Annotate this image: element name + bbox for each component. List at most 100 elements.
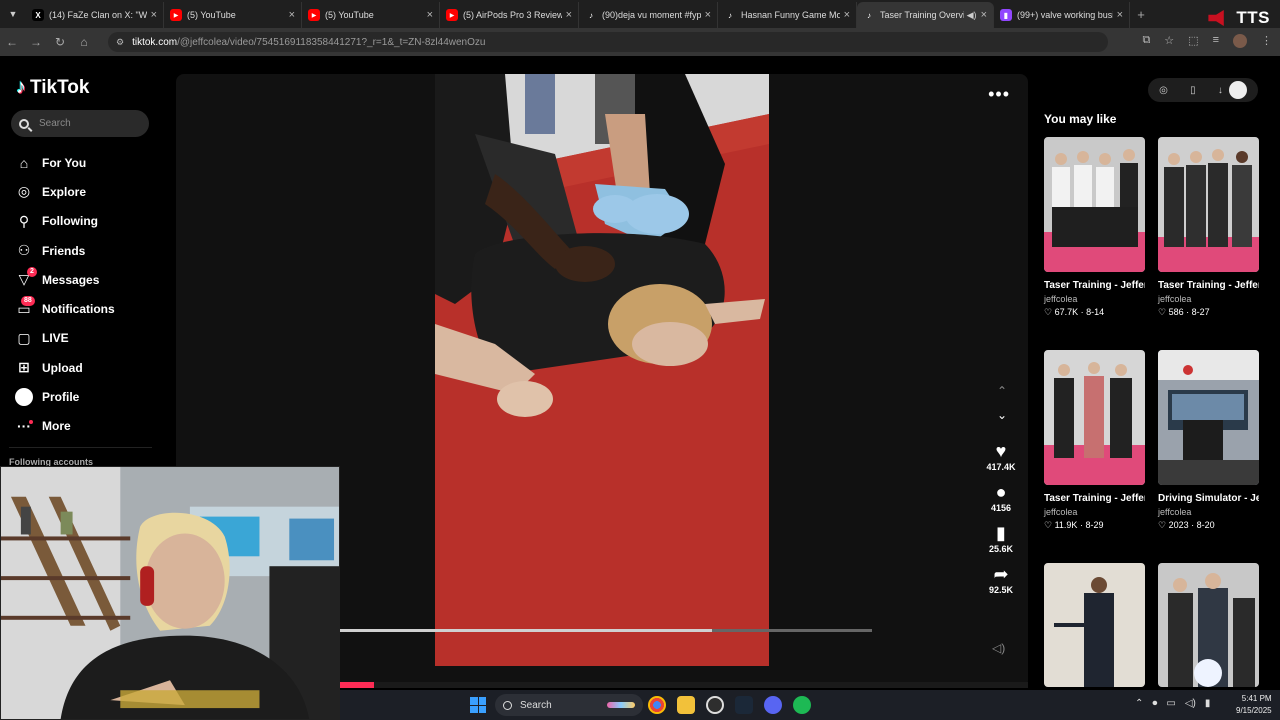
download-icon[interactable]: ↓ <box>1218 85 1223 96</box>
tab-valve[interactable]: ▮ (99+) valve working busi × <box>994 2 1130 28</box>
windows-start-icon[interactable] <box>470 697 486 713</box>
reload-icon[interactable]: ↻ <box>48 35 72 49</box>
sidebar-item-messages[interactable]: ▽ 2 Messages <box>15 265 115 294</box>
share-button[interactable]: ➦ 92.5K <box>981 563 1021 595</box>
close-tab-icon[interactable]: × <box>705 9 711 21</box>
extensions-icon[interactable]: ⬚ <box>1188 34 1198 48</box>
network-icon[interactable]: ▭ <box>1166 698 1175 709</box>
card-title[interactable]: Taser Training - Jefferson College... <box>1044 491 1145 506</box>
new-tab-button[interactable]: + <box>1130 7 1152 22</box>
media-controls-icon[interactable]: ≡ <box>1213 34 1219 48</box>
home-icon[interactable]: ⌂ <box>72 35 96 49</box>
card-author[interactable]: jeffcolea <box>1158 507 1259 517</box>
url-bar[interactable]: ⚙ tiktok.com/@jeffcolea/video/7545169118… <box>108 32 1108 52</box>
upload-icon: ⊞ <box>18 359 30 376</box>
steam-icon[interactable] <box>735 696 753 714</box>
tab-hasnan[interactable]: ♪ Hasnan Funny Game Mo × <box>718 2 857 28</box>
tab-deja-vu[interactable]: ♪ (90)deja vu moment #fyp × <box>579 2 718 28</box>
tab-youtube-2[interactable]: ▶ (5) YouTube × <box>302 2 440 28</box>
tab-airpods-review[interactable]: ▶ (5) AirPods Pro 3 Review: × <box>440 2 579 28</box>
card-likes: 67.7K <box>1054 307 1079 317</box>
taskbar-search[interactable]: Search <box>495 694 643 716</box>
sidebar-item-explore[interactable]: ◎ Explore <box>15 177 115 206</box>
close-tab-icon[interactable]: × <box>1117 9 1123 21</box>
save-button[interactable]: ▮ 25.6K <box>981 522 1021 554</box>
video-frame[interactable] <box>435 74 769 666</box>
device-icon[interactable]: ▯ <box>1190 85 1196 96</box>
taskbar-clock[interactable]: 5:41 PM 9/15/2025 <box>1236 693 1272 717</box>
video-navigation: ⌃ ⌄ <box>994 384 1010 422</box>
more-options-icon[interactable]: ••• <box>988 84 1010 105</box>
video-thumbnail[interactable] <box>1044 350 1145 485</box>
microphone-icon[interactable]: ⏺ <box>1152 698 1157 709</box>
sidebar-item-for-you[interactable]: ⌂ For You <box>15 148 115 177</box>
tiktok-logo[interactable]: ♪ TikTok <box>16 76 89 99</box>
tray-chevron-icon[interactable]: ⌃ <box>1135 698 1143 709</box>
sidebar-item-following[interactable]: ⚲ Following <box>15 207 115 236</box>
card-title[interactable]: Taser Training - Jefferson College... <box>1158 278 1259 293</box>
volume-tray-icon[interactable]: ◁) <box>1185 698 1196 709</box>
speaker-icon[interactable]: ◀) <box>967 10 977 21</box>
back-icon[interactable]: ← <box>0 35 24 49</box>
tab-search-icon[interactable]: ▼ <box>0 0 26 28</box>
sidebar-item-more[interactable]: ··· More <box>15 412 115 441</box>
close-tab-icon[interactable]: × <box>981 9 987 21</box>
close-tab-icon[interactable]: × <box>289 9 295 21</box>
tab-youtube-1[interactable]: ▶ (5) YouTube × <box>164 2 302 28</box>
card-likes: 2023 <box>1168 520 1189 530</box>
sidebar-item-notifications[interactable]: ▭ 88 Notifications <box>15 294 115 323</box>
comment-button[interactable]: ● 4156 <box>981 481 1021 513</box>
profile-avatar[interactable] <box>1233 34 1247 48</box>
recommended-video-card[interactable] <box>1044 563 1145 687</box>
sidebar-item-live[interactable]: ▢ LIVE <box>15 324 115 353</box>
card-date: 8-27 <box>1191 307 1210 317</box>
card-author[interactable]: jeffcolea <box>1044 294 1145 304</box>
close-tab-icon[interactable]: × <box>427 9 433 21</box>
discord-icon[interactable] <box>764 696 782 714</box>
install-app-icon[interactable]: ⧉ <box>1142 34 1150 48</box>
recommended-video-card[interactable] <box>1158 563 1259 687</box>
recommended-video-card[interactable]: Driving Simulator - Jefferson College...… <box>1158 350 1259 531</box>
tab-title: (99+) valve working busi <box>1017 10 1113 20</box>
forward-icon[interactable]: → <box>24 35 48 49</box>
card-author[interactable]: jeffcolea <box>1158 294 1259 304</box>
like-button[interactable]: ♥ 417.4K <box>981 440 1021 472</box>
windows-taskbar: Search ⌃ ⏺ ▭ ◁) ▮ 5:41 PM 9/15/2025 <box>340 690 1280 720</box>
user-avatar[interactable] <box>1229 81 1247 99</box>
spotify-icon[interactable] <box>793 696 811 714</box>
file-explorer-icon[interactable] <box>677 696 695 714</box>
card-title[interactable]: Taser Training - Jefferson College... <box>1044 278 1145 293</box>
sidebar-item-upload[interactable]: ⊞ Upload <box>15 353 115 382</box>
battery-icon[interactable]: ▮ <box>1205 698 1211 709</box>
video-thumbnail[interactable] <box>1044 563 1145 687</box>
obs-icon[interactable] <box>706 696 724 714</box>
recommended-video-card[interactable]: Taser Training - Jefferson College... je… <box>1158 137 1259 318</box>
playback-progress[interactable] <box>340 682 1028 688</box>
sidebar-item-profile[interactable]: Profile <box>15 382 115 411</box>
recommended-video-card[interactable]: Taser Training - Jefferson College... je… <box>1044 350 1145 531</box>
close-tab-icon[interactable]: × <box>844 9 850 21</box>
video-thumbnail[interactable] <box>1044 137 1145 272</box>
recommended-video-card[interactable]: Taser Training - Jefferson College... je… <box>1044 137 1145 318</box>
previous-video-icon[interactable]: ⌃ <box>997 384 1007 398</box>
close-tab-icon[interactable]: × <box>151 9 157 21</box>
sidebar-item-friends[interactable]: ⚇ Friends <box>15 236 115 265</box>
card-title[interactable]: Driving Simulator - Jefferson College... <box>1158 491 1259 506</box>
close-tab-icon[interactable]: × <box>566 9 572 21</box>
video-thumbnail[interactable] <box>1158 137 1259 272</box>
video-thumbnail[interactable] <box>1158 563 1259 687</box>
video-thumbnail[interactable] <box>1158 350 1259 485</box>
youtube-icon: ▶ <box>170 9 182 21</box>
next-video-icon[interactable]: ⌄ <box>994 408 1010 422</box>
tab-taser-training[interactable]: ♪ Taser Training Overvi ◀) × <box>857 2 994 28</box>
tab-faze-clan[interactable]: X (14) FaZe Clan on X: "We × <box>26 2 164 28</box>
video-seek-bar[interactable] <box>340 629 872 632</box>
chrome-icon[interactable] <box>648 696 666 714</box>
browser-menu-icon[interactable]: ⋮ <box>1261 34 1272 48</box>
bookmark-star-icon[interactable]: ☆ <box>1164 34 1174 48</box>
search-input[interactable]: Search <box>11 110 149 137</box>
site-info-icon[interactable]: ⚙ <box>116 37 124 48</box>
compass-tool-icon[interactable]: ◎ <box>1159 85 1168 96</box>
card-author[interactable]: jeffcolea <box>1044 507 1145 517</box>
volume-icon[interactable]: ◁) <box>992 641 1005 655</box>
